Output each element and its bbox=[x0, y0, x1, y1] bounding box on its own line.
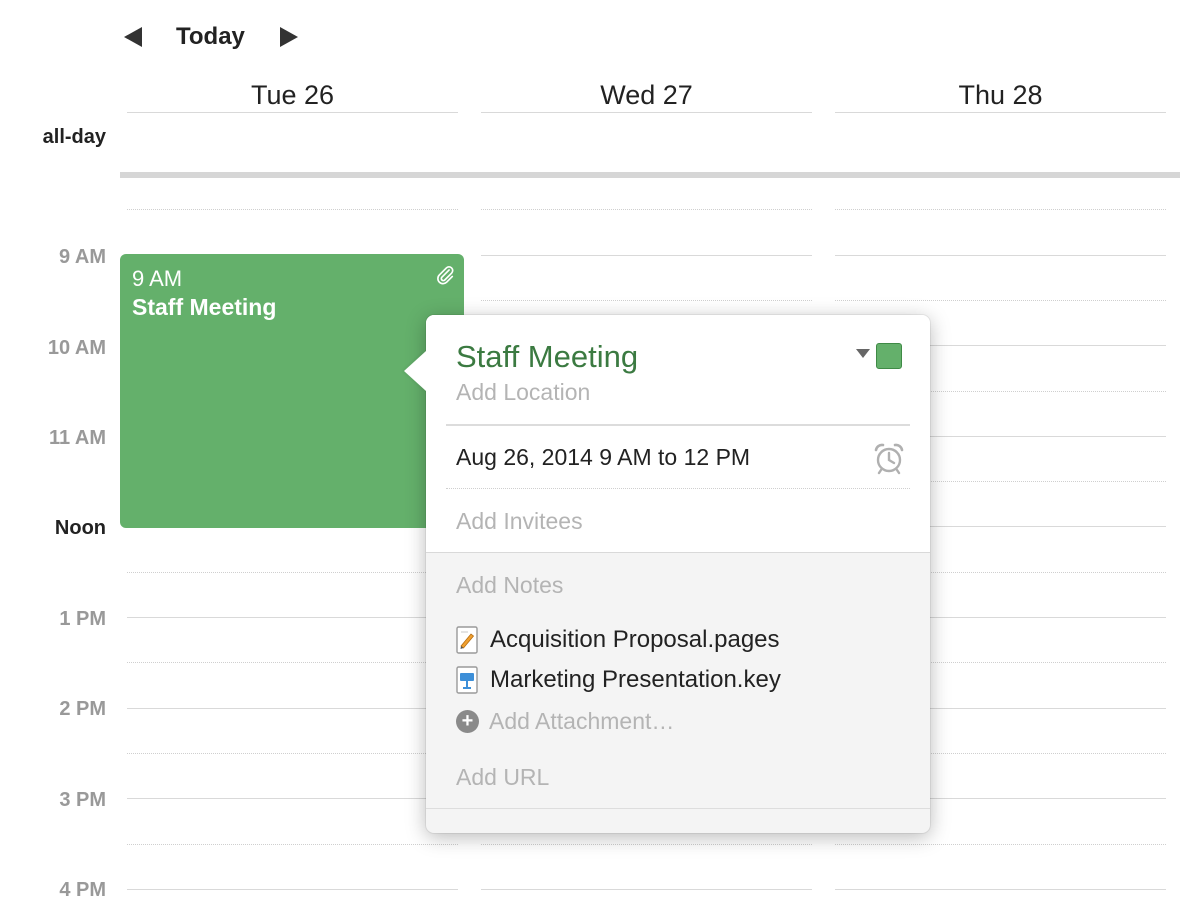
paperclip-icon bbox=[437, 266, 454, 285]
notes-field[interactable]: Add Notes bbox=[456, 572, 563, 599]
half-hour-gridline bbox=[127, 572, 458, 573]
alarm-clock-icon[interactable] bbox=[872, 441, 906, 475]
attachment-item[interactable]: Acquisition Proposal.pages bbox=[456, 626, 780, 654]
attachment-item[interactable]: Marketing Presentation.key bbox=[456, 666, 781, 694]
event-time: 9 AM bbox=[132, 266, 183, 291]
attachment-name: Acquisition Proposal.pages bbox=[490, 626, 780, 653]
plus-circle-icon: + bbox=[456, 710, 479, 733]
location-field[interactable]: Add Location bbox=[456, 379, 590, 406]
time-label-2pm: 2 PM bbox=[59, 698, 106, 720]
all-day-label: all-day bbox=[42, 126, 106, 148]
add-attachment-label: Add Attachment… bbox=[489, 708, 675, 734]
hour-gridline bbox=[835, 255, 1166, 256]
half-hour-gridline bbox=[835, 844, 1166, 845]
hour-gridline bbox=[835, 889, 1166, 890]
divider bbox=[426, 808, 930, 809]
half-hour-gridline bbox=[127, 209, 458, 210]
event-title-field[interactable]: Staff Meeting bbox=[456, 339, 638, 375]
day-header-tue[interactable]: Tue 26 bbox=[127, 78, 458, 113]
half-hour-gridline bbox=[127, 844, 458, 845]
event-staff-meeting[interactable]: 9 AM Staff Meeting bbox=[120, 254, 464, 528]
hour-gridline bbox=[127, 798, 458, 799]
popover-arrow bbox=[404, 351, 426, 391]
time-label-10am: 10 AM bbox=[47, 337, 106, 359]
event-title: Staff Meeting bbox=[132, 294, 277, 320]
hour-gridline bbox=[127, 708, 458, 709]
calendar-color-swatch[interactable] bbox=[876, 343, 902, 369]
pages-file-icon bbox=[456, 626, 478, 654]
event-detail-popover: Staff Meeting Add Location Aug 26, 2014 … bbox=[404, 315, 930, 833]
today-button[interactable]: Today bbox=[176, 22, 245, 52]
keynote-file-icon bbox=[456, 666, 478, 694]
next-arrow-icon[interactable] bbox=[280, 27, 298, 47]
time-label-1pm: 1 PM bbox=[59, 608, 106, 630]
day-header-thu[interactable]: Thu 28 bbox=[835, 78, 1166, 113]
half-hour-gridline bbox=[835, 300, 1166, 301]
half-hour-gridline bbox=[481, 209, 812, 210]
day-header-wed[interactable]: Wed 27 bbox=[481, 78, 812, 113]
divider bbox=[446, 424, 910, 426]
half-hour-gridline bbox=[127, 753, 458, 754]
half-hour-gridline bbox=[127, 662, 458, 663]
hour-gridline bbox=[481, 255, 812, 256]
time-label-noon: Noon bbox=[54, 517, 106, 539]
calendar-dropdown-icon[interactable] bbox=[856, 349, 870, 358]
time-label-11am: 11 AM bbox=[48, 427, 106, 449]
time-label-4pm: 4 PM bbox=[59, 879, 106, 901]
attachment-name: Marketing Presentation.key bbox=[490, 666, 781, 693]
invitees-field[interactable]: Add Invitees bbox=[456, 508, 583, 535]
hour-gridline bbox=[127, 889, 458, 890]
time-label-3pm: 3 PM bbox=[59, 789, 106, 811]
hour-gridline bbox=[127, 617, 458, 618]
half-hour-gridline bbox=[481, 300, 812, 301]
half-hour-gridline bbox=[481, 844, 812, 845]
url-field[interactable]: Add URL bbox=[456, 764, 549, 791]
all-day-separator bbox=[120, 172, 1180, 178]
time-label-9am: 9 AM bbox=[58, 246, 106, 268]
add-attachment-button[interactable]: + Add Attachment… bbox=[456, 708, 674, 735]
date-time-field[interactable]: Aug 26, 2014 9 AM to 12 PM bbox=[456, 444, 750, 471]
divider bbox=[446, 488, 910, 489]
hour-gridline bbox=[481, 889, 812, 890]
previous-arrow-icon[interactable] bbox=[124, 27, 142, 47]
half-hour-gridline bbox=[835, 209, 1166, 210]
